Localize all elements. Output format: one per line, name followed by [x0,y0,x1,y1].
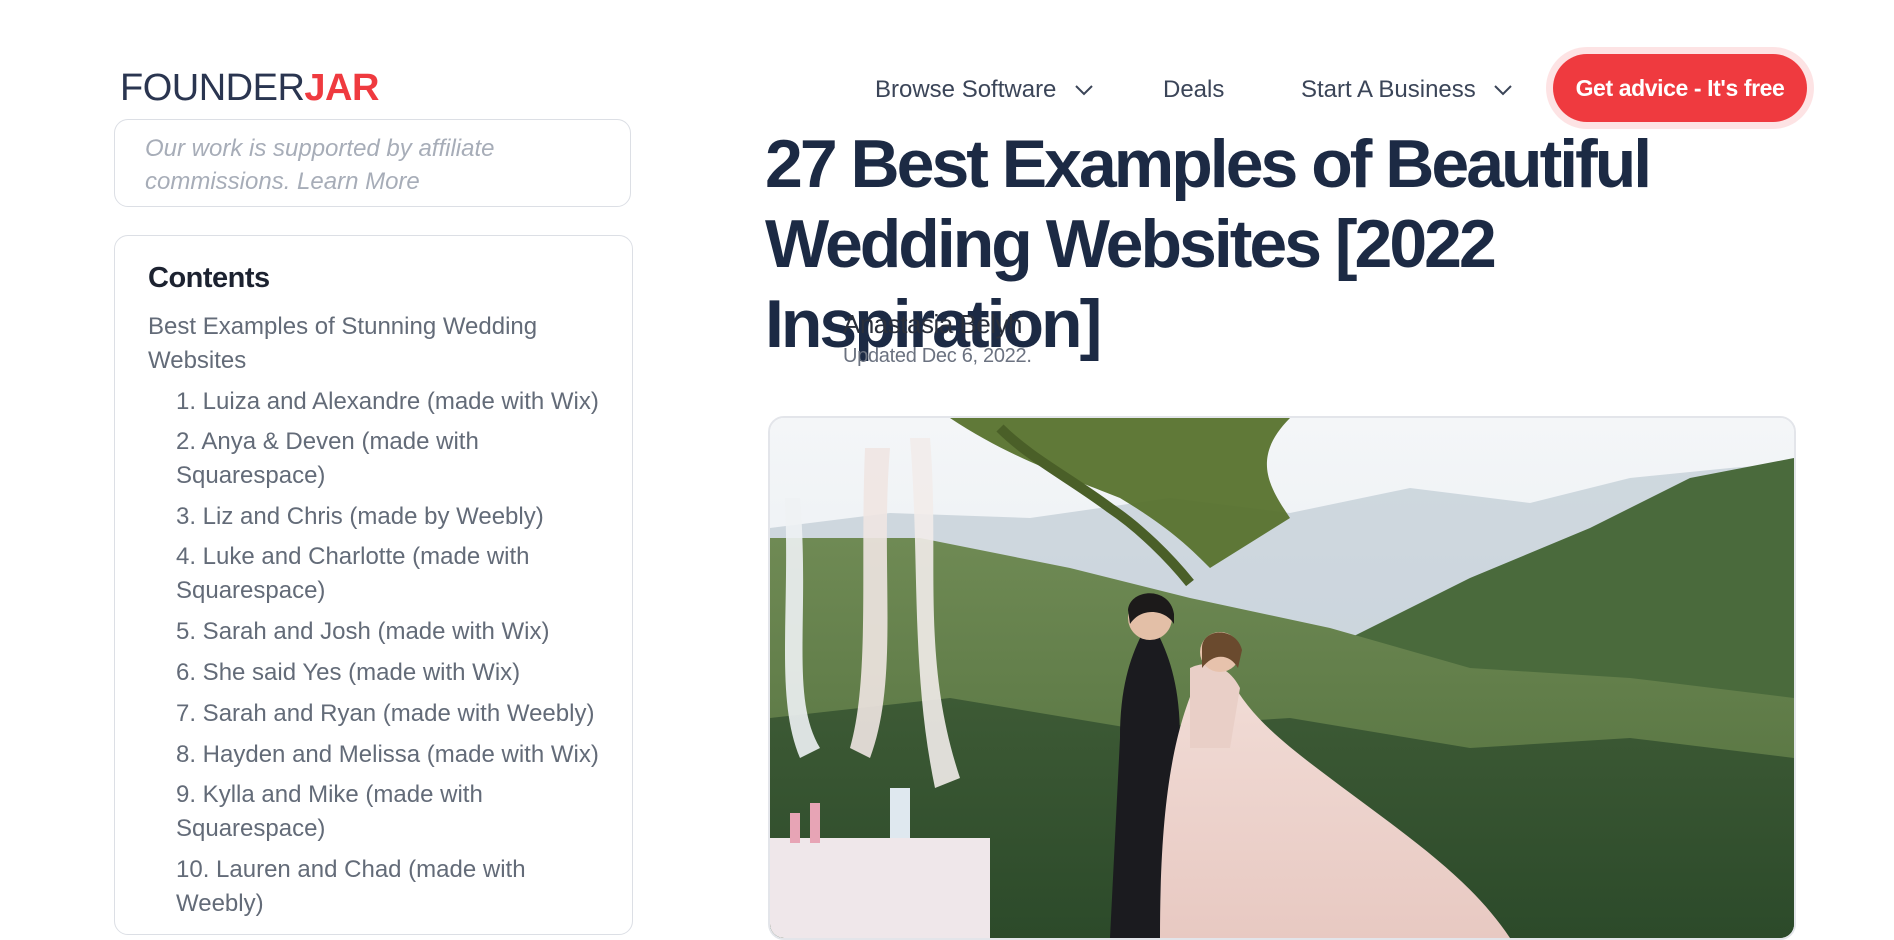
nav-start-label: Start A Business [1301,76,1476,103]
toc-item-8[interactable]: 8. Hayden and Melissa (made with Wix) [176,738,599,772]
nav-start-a-business[interactable]: Start A Business [1301,70,1513,110]
toc-item-10[interactable]: 10. Lauren and Chad (made with Weebly) [176,853,526,921]
hero-image [768,416,1796,940]
toc-section-line-1: Best Examples of Stunning Wedding [148,313,538,340]
toc-item-4-line-1: 4. Luke and Charlotte (made with [176,543,530,570]
toc-item-9-line-1: 9. Kylla and Mike (made with [176,781,483,808]
chevron-down-icon [1075,85,1093,96]
toc-title: Contents [148,262,270,294]
toc-item-2-line-2: Squarespace) [176,462,326,489]
get-advice-button[interactable]: Get advice - It's free [1553,54,1807,122]
article-title-line-2: Wedding Websites [2022 Inspiration] [765,206,1497,362]
toc-item-4[interactable]: 4. Luke and Charlotte (made with Squares… [176,540,530,608]
affiliate-line-2: commissions. Learn More [145,168,420,195]
toc-item-6[interactable]: 6. She said Yes (made with Wix) [176,656,520,690]
nav-browse-software[interactable]: Browse Software [875,70,1093,110]
toc-item-1[interactable]: 1. Luiza and Alexandre (made with Wix) [176,385,599,419]
toc-item-10-line-2: Weebly) [176,890,264,917]
affiliate-line-1: Our work is supported by affiliate [145,135,495,162]
author-name[interactable]: Anastasia Belyh [843,309,1022,340]
updated-date: Updated Dec 6, 2022. [843,345,1032,367]
toc-item-5[interactable]: 5. Sarah and Josh (made with Wix) [176,615,550,649]
logo-founder: FOUNDER [120,67,305,109]
hero-photo-illustration [770,418,1794,938]
toc-item-10-line-1: 10. Lauren and Chad (made with [176,856,526,883]
toc-item-9-line-2: Squarespace) [176,815,326,842]
toc-item-4-line-2: Squarespace) [176,577,326,604]
nav-deals[interactable]: Deals [1163,70,1224,110]
toc-item-2-line-1: 2. Anya & Deven (made with [176,428,479,455]
affiliate-notice[interactable]: Our work is supported by affiliate commi… [114,119,631,207]
article-title-line-1: 27 Best Examples of Beautiful [765,126,1652,202]
chevron-down-icon [1494,85,1513,96]
nav-browse-label: Browse Software [875,76,1057,103]
toc-item-2[interactable]: 2. Anya & Deven (made with Squarespace) [176,425,479,493]
toc-item-7[interactable]: 7. Sarah and Ryan (made with Weebly) [176,697,594,731]
toc-section-line-2: Websites [148,347,247,374]
logo-jar: JAR [304,67,379,109]
logo[interactable]: FOUNDERJAR [120,66,379,110]
toc-item-9[interactable]: 9. Kylla and Mike (made with Squarespace… [176,778,483,846]
toc-section-link[interactable]: Best Examples of Stunning Wedding Websit… [148,310,537,378]
toc-item-3[interactable]: 3. Liz and Chris (made by Weebly) [176,500,544,534]
